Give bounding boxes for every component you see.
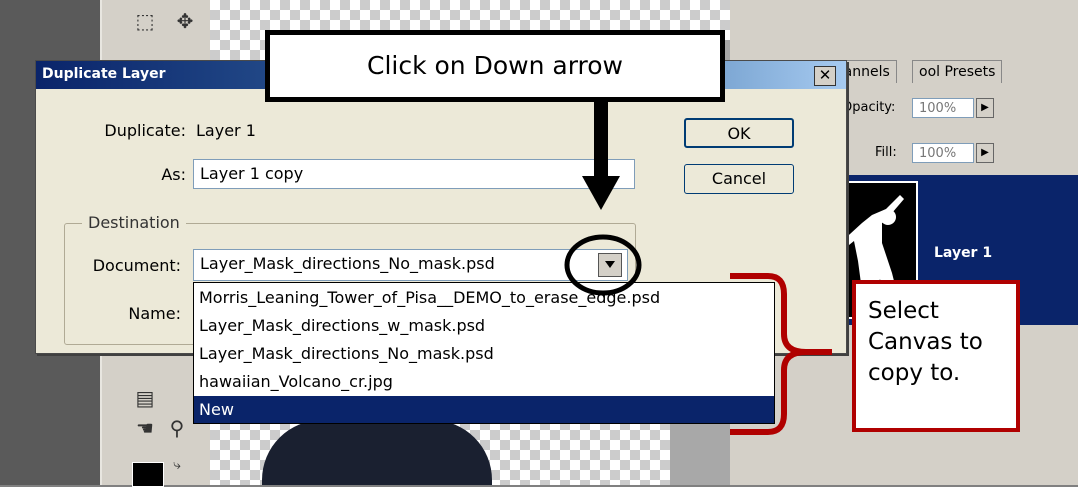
annotation-overlay <box>564 102 832 435</box>
down-arrow-icon <box>582 102 620 210</box>
red-brace-icon <box>730 273 832 435</box>
highlight-circle-icon <box>564 234 642 296</box>
